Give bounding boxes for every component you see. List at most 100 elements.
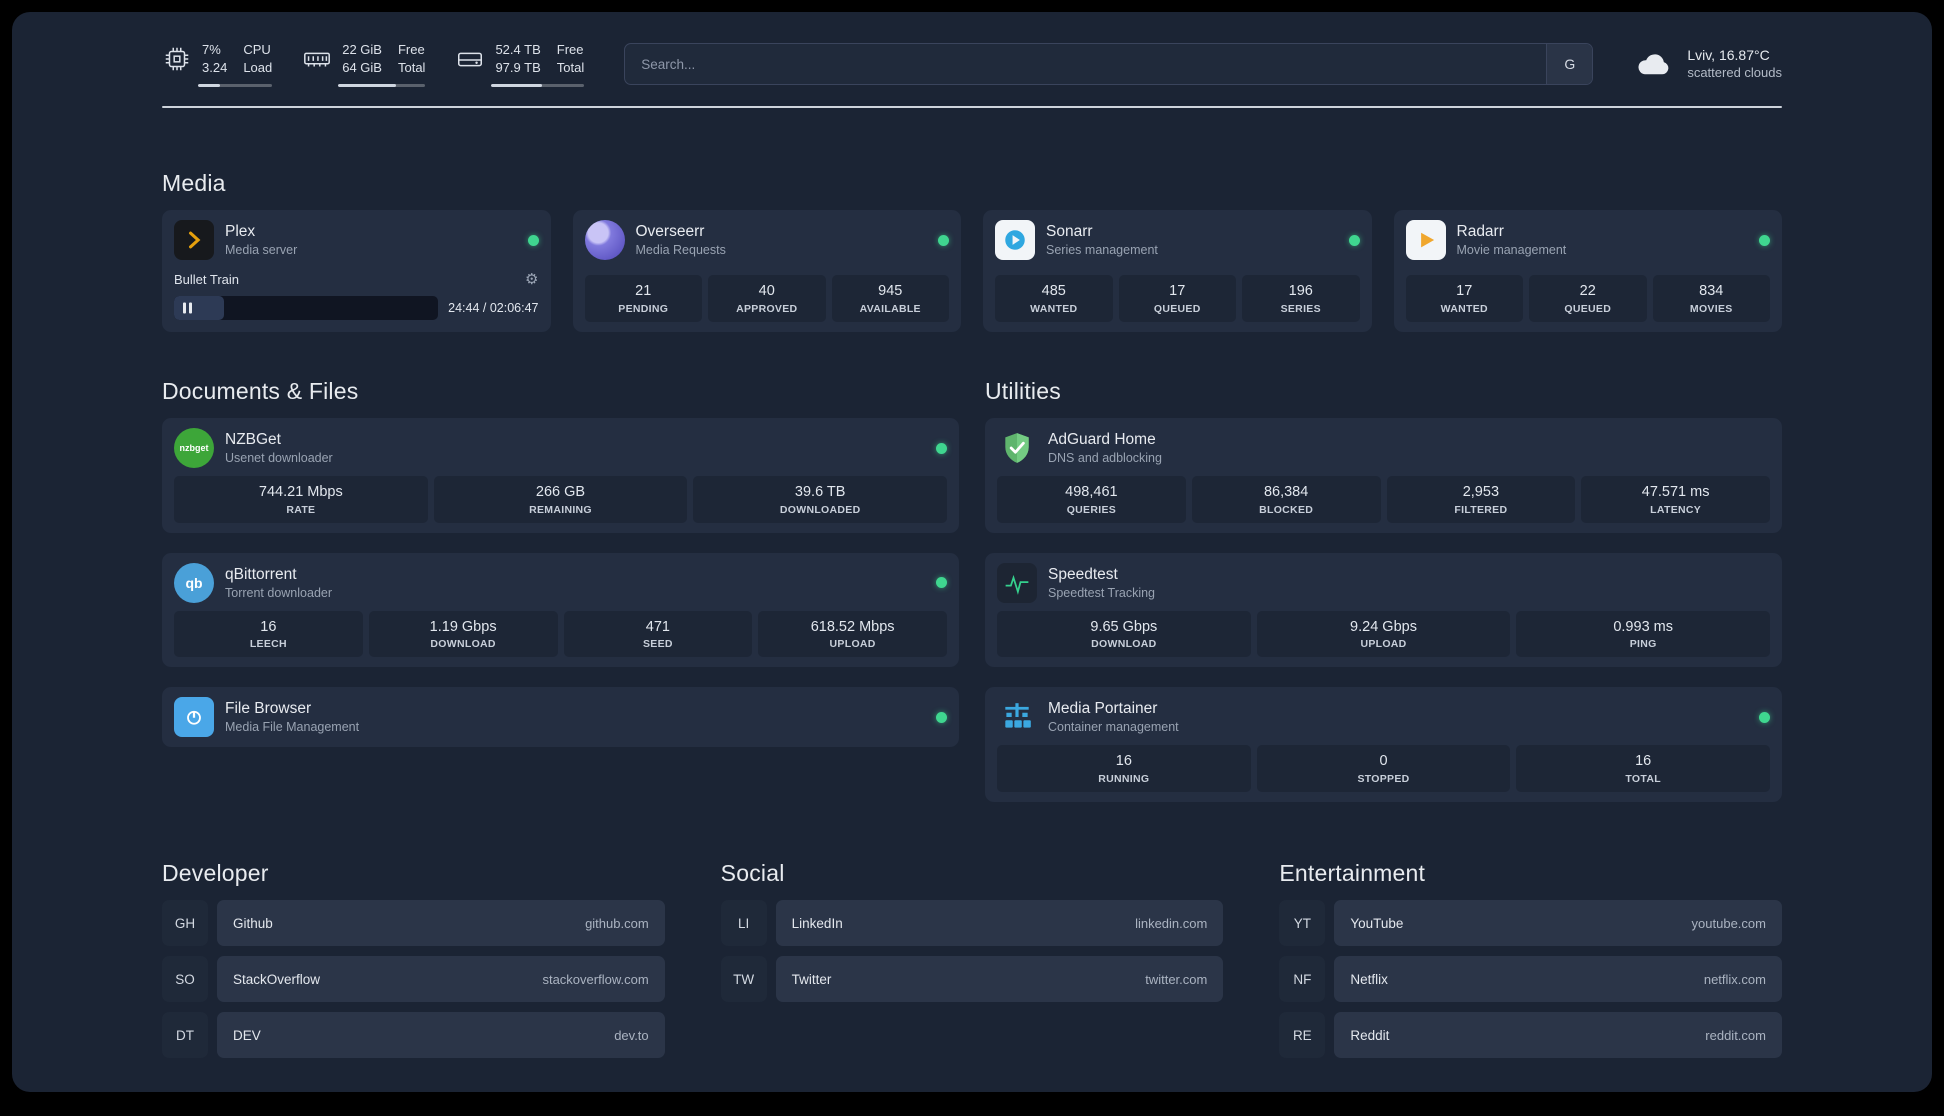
- app-name: Speedtest: [1048, 565, 1118, 583]
- playback-progress-bar[interactable]: [174, 296, 439, 320]
- nzbget-icon: nzbget: [174, 428, 214, 468]
- qbittorrent-icon: qb: [174, 562, 214, 603]
- bookmark-link-netflix[interactable]: Netflix netflix.com: [1334, 956, 1782, 1003]
- overseerr-card[interactable]: Overseerr Media Requests 21 PENDING 40 APP…: [572, 210, 961, 332]
- bookmark-link-dev[interactable]: DEV dev.to: [217, 1012, 665, 1059]
- sonarr-icon: [995, 220, 1035, 260]
- radarr-icon: [1405, 220, 1446, 260]
- app-name: Radarr: [1456, 222, 1504, 240]
- bookmark-group-entertainment: Entertainment YT YouTube youtube.com NF …: [1279, 860, 1782, 1068]
- search-provider-button[interactable]: G: [1546, 44, 1593, 84]
- bookmark-link-youtube[interactable]: YouTube youtube.com: [1334, 900, 1782, 947]
- memory-free-label: Free: [397, 42, 425, 58]
- app-subtitle: Media File Management: [225, 720, 360, 735]
- bookmark-row: YT YouTube youtube.com: [1279, 900, 1782, 947]
- sonarr-card[interactable]: Sonarr Series management 485 WANTED 17 QUE…: [983, 210, 1372, 332]
- app-name: AdGuard Home: [1048, 430, 1156, 448]
- stat-tile: 196 SERIES: [1242, 275, 1360, 322]
- bookmark-link-twitter[interactable]: Twitter twitter.com: [775, 956, 1224, 1003]
- stat-tile: 16 TOTAL: [1516, 745, 1771, 793]
- nzbget-card[interactable]: nzbget NZBGet Usenet downloader 744.21 M…: [162, 418, 959, 533]
- stat-tile: 834 MOVIES: [1652, 275, 1770, 322]
- section-title-social: Social: [720, 860, 785, 887]
- app-subtitle: Torrent downloader: [225, 585, 333, 600]
- bookmark-link-stackoverflow[interactable]: StackOverflow stackoverflow.com: [217, 956, 665, 1003]
- portainer-icon: [997, 697, 1037, 737]
- status-dot: [936, 442, 947, 454]
- stat-tile: 618.52 Mbps UPLOAD: [758, 610, 947, 658]
- stat-tile: 0.993 ms PING: [1516, 610, 1771, 658]
- stat-tile: 2,953 FILTERED: [1386, 476, 1576, 523]
- stat-tile: 471 SEED: [563, 610, 753, 658]
- memory-total-value: 64 GiB: [342, 60, 382, 75]
- disk-free-label: Free: [556, 42, 584, 58]
- bookmark-abbr: SO: [162, 956, 208, 1003]
- bookmark-link-linkedin[interactable]: LinkedIn linkedin.com: [775, 900, 1224, 947]
- bookmark-row: TW Twitter twitter.com: [720, 956, 1224, 1003]
- search-input[interactable]: [625, 44, 1547, 84]
- speedtest-card[interactable]: Speedtest Speedtest Tracking 9.65 Gbps DO…: [985, 552, 1782, 668]
- bookmark-group-developer: Developer GH Github github.com SO StackO…: [162, 860, 665, 1068]
- settings-icon[interactable]: ⚙: [525, 270, 538, 288]
- stat-tile: 40 APPROVED: [708, 275, 826, 322]
- stat-tile: 16 LEECH: [174, 610, 363, 658]
- plex-card[interactable]: Plex Media server Bullet Train ⚙ 24:44 /…: [162, 210, 551, 332]
- app-name: Plex: [225, 222, 256, 240]
- stat-tile: 16 RUNNING: [997, 745, 1251, 793]
- bookmark-abbr: YT: [1279, 900, 1326, 947]
- cpu-icon: [165, 47, 189, 71]
- stat-tile: 39.6 TB DOWNLOADED: [693, 476, 948, 523]
- stat-tile: 9.24 Gbps UPLOAD: [1256, 610, 1511, 658]
- bookmark-abbr: TW: [720, 956, 767, 1003]
- bookmark-group-social: Social LI LinkedIn linkedin.com TW Twitt…: [720, 860, 1224, 1012]
- bookmark-abbr: DT: [162, 1012, 208, 1059]
- stat-tile: 266 GB REMAINING: [433, 476, 688, 523]
- bookmark-row: DT DEV dev.to: [162, 1012, 665, 1059]
- disk-progress-bar: [491, 83, 585, 87]
- adguard-card[interactable]: AdGuard Home DNS and adblocking 498,461 Q…: [985, 418, 1782, 533]
- pause-icon[interactable]: [183, 302, 192, 314]
- app-name: qBittorrent: [225, 565, 297, 583]
- memory-progress-bar: [338, 83, 426, 87]
- app-name: NZBGet: [225, 430, 281, 448]
- section-documents: Documents & Files nzbget NZBGet Usenet d…: [162, 378, 959, 802]
- topbar-divider: [162, 106, 1782, 108]
- stat-tile: 22 QUEUED: [1529, 275, 1647, 322]
- adguard-icon: [997, 428, 1037, 468]
- app-name: Sonarr: [1046, 222, 1093, 240]
- status-dot: [936, 711, 947, 723]
- disk-icon: [458, 52, 483, 67]
- bookmark-link-github[interactable]: Github github.com: [217, 900, 665, 947]
- bookmark-link-reddit[interactable]: Reddit reddit.com: [1334, 1012, 1782, 1059]
- cloud-icon: [1638, 54, 1669, 75]
- memory-icon: [304, 52, 331, 67]
- weather-widget[interactable]: Lviv, 16.87°C scattered clouds: [1633, 46, 1782, 82]
- search-bar: G: [624, 43, 1594, 85]
- stat-tile: 1.19 Gbps DOWNLOAD: [368, 610, 558, 658]
- section-media: Media Plex Media server Bullet Train ⚙ 2…: [162, 170, 1782, 332]
- filebrowser-card[interactable]: File Browser Media File Management: [162, 687, 959, 748]
- memory-free-value: 22 GiB: [342, 42, 382, 58]
- app-name: Overseerr: [635, 222, 705, 240]
- bookmark-row: NF Netflix netflix.com: [1279, 956, 1782, 1003]
- cpu-progress-bar: [198, 83, 273, 87]
- stat-tile: 9.65 Gbps DOWNLOAD: [997, 610, 1251, 658]
- radarr-card[interactable]: Radarr Movie management 17 WANTED 22 QUEUE…: [1393, 210, 1782, 332]
- status-dot: [1348, 234, 1360, 246]
- portainer-card[interactable]: Media Portainer Container management 16 R…: [985, 687, 1782, 803]
- disk-free-value: 52.4 TB: [495, 42, 541, 58]
- status-dot: [1759, 711, 1770, 723]
- weather-location: Lviv, 16.87°C: [1687, 46, 1770, 63]
- stat-tile: 17 QUEUED: [1118, 275, 1236, 322]
- section-utilities: Utilities AdGuard Home DNS and adblockin…: [985, 378, 1782, 803]
- status-dot: [1759, 234, 1770, 246]
- section-title-entertainment: Entertainment: [1279, 860, 1426, 887]
- disk-total-label: Total: [556, 60, 585, 75]
- bookmark-row: GH Github github.com: [162, 900, 665, 947]
- bookmark-row: LI LinkedIn linkedin.com: [720, 900, 1224, 947]
- stat-tile: 498,461 QUERIES: [997, 476, 1186, 523]
- app-subtitle: DNS and adblocking: [1048, 450, 1162, 465]
- qbittorrent-card[interactable]: qb qBittorrent Torrent downloader 16 LEEC…: [162, 552, 959, 668]
- memory-total-label: Total: [397, 60, 426, 75]
- cpu-percent: 7%: [202, 42, 221, 58]
